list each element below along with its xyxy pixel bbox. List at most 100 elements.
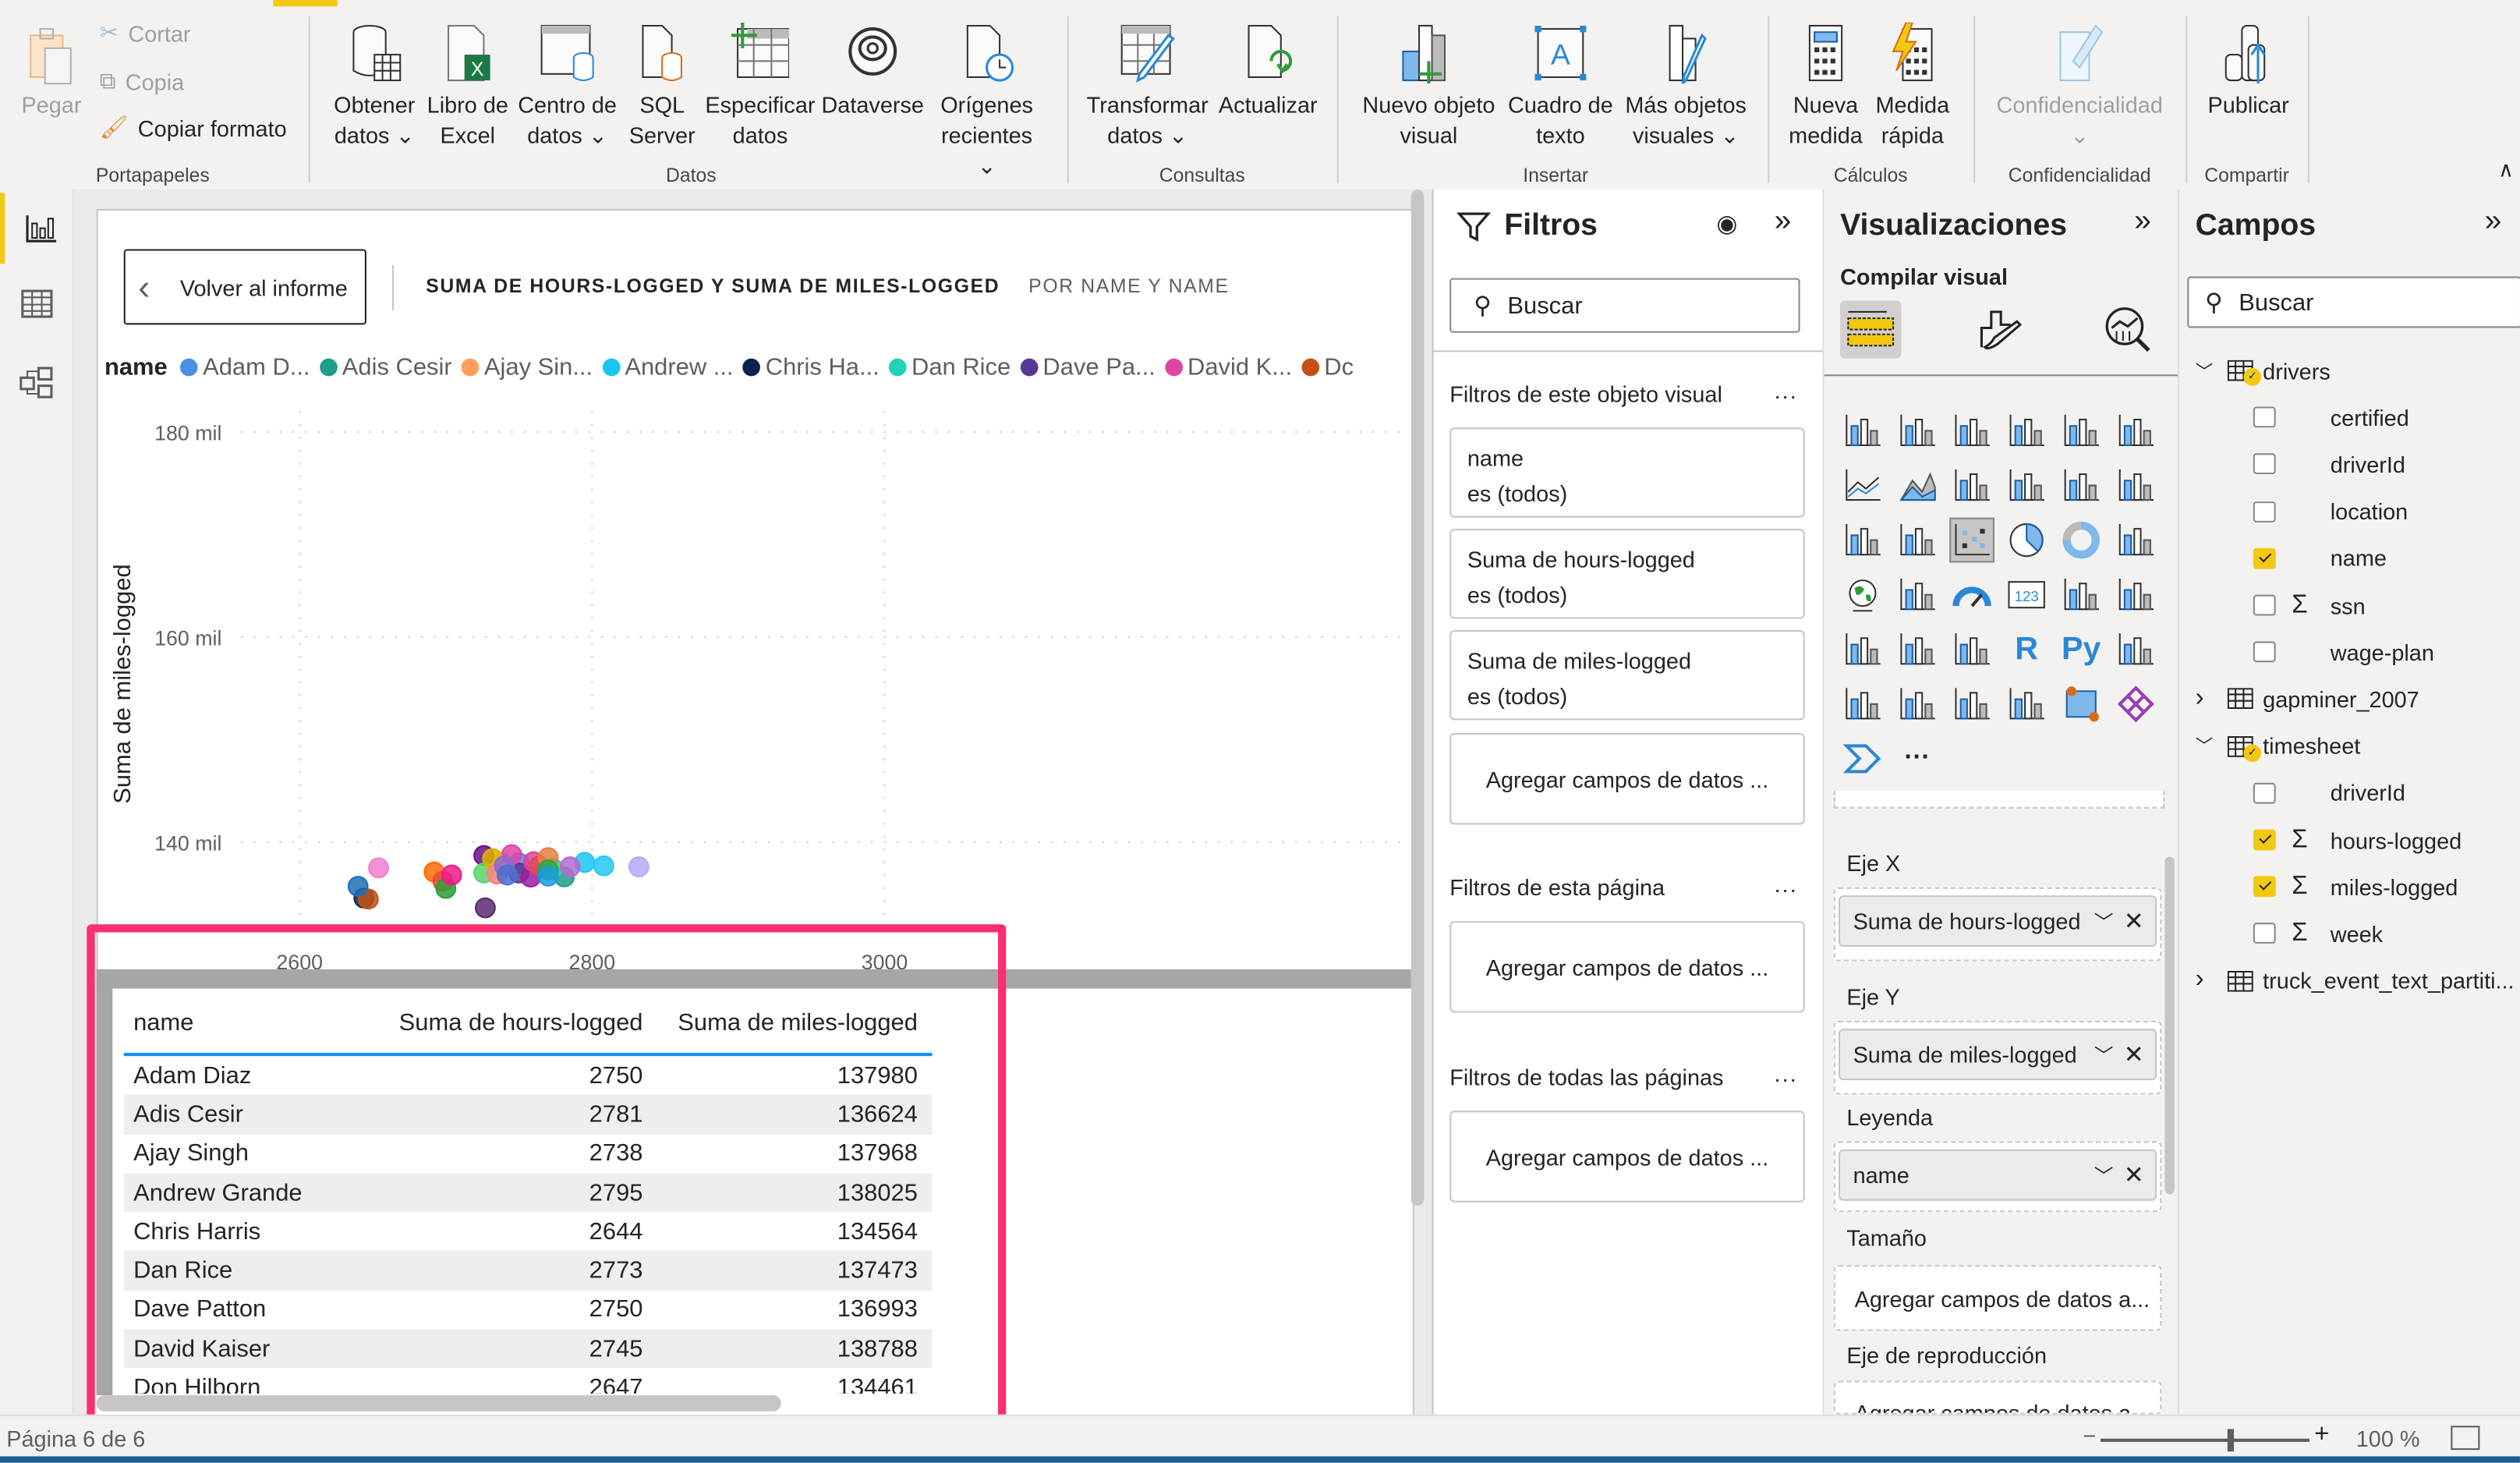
field-table-0[interactable]: ﹀ ✓ drivers	[2179, 347, 2331, 394]
canvas-vertical-scrollbar[interactable]	[1410, 190, 1425, 1206]
get-data-button[interactable]: Obtener datos ⌄	[326, 23, 423, 151]
scatter-point[interactable]	[368, 857, 389, 879]
waterfall-chart-icon[interactable]	[1840, 518, 1885, 563]
azure-map-icon[interactable]	[2058, 682, 2104, 727]
100-stacked-column-chart-icon[interactable]	[2113, 409, 2158, 454]
collapse-ribbon-icon[interactable]: ∧	[2498, 158, 2514, 183]
column-header-miles[interactable]: Suma de miles-logged	[642, 1009, 929, 1036]
quick-measure-button[interactable]: Medida rápida	[1867, 21, 1957, 151]
play-axis-well[interactable]: Agregar campos de datos a	[1833, 1380, 2162, 1415]
fields-search-input[interactable]: ⚲ Buscar	[2187, 276, 2520, 328]
field-item[interactable]: Σhours-logged	[2179, 817, 2462, 863]
enter-data-button[interactable]: Especificar datos	[703, 22, 818, 151]
legend-item[interactable]: Chris Ha...	[742, 352, 880, 380]
remove-field-icon[interactable]: ✕	[2124, 1160, 2144, 1189]
r-script-icon[interactable]: R	[2004, 627, 2049, 672]
line-clustered-column-icon[interactable]	[2004, 463, 2049, 508]
new-measure-button[interactable]: Nueva medida	[1784, 23, 1867, 151]
publish-button[interactable]: Publicar	[2202, 23, 2295, 121]
y-axis-well[interactable]: Suma de miles-logged ﹀ ✕	[1833, 1020, 2162, 1095]
new-visual-button[interactable]: Nuevo objeto visual	[1355, 23, 1503, 151]
scatter-chart-icon[interactable]	[1949, 517, 1994, 563]
card-icon[interactable]: 123	[2004, 572, 2049, 618]
field-checkbox[interactable]	[2253, 829, 2276, 851]
line-chart-icon[interactable]	[1840, 463, 1885, 508]
scatter-point[interactable]	[347, 876, 369, 897]
stacked-bar-chart-icon[interactable]	[1840, 409, 1885, 454]
filled-map-icon[interactable]	[1895, 572, 1940, 618]
scatter-point[interactable]	[593, 855, 614, 877]
sensitivity-button[interactable]: Confidencialidad ⌄	[1990, 23, 2170, 151]
excel-button[interactable]: X Libro de Excel	[423, 23, 512, 151]
smart-narrative-icon[interactable]	[1949, 682, 1994, 727]
table-row[interactable]: Don Hilborn 2647 134461	[124, 1369, 933, 1394]
field-checkbox[interactable]	[2253, 454, 2276, 475]
collapse-visualizations-icon[interactable]: »	[2134, 204, 2151, 239]
fit-to-page-icon[interactable]	[2451, 1426, 2480, 1451]
paste-button[interactable]: Pegar	[16, 23, 87, 121]
chevron-right-icon[interactable]: ›	[2196, 685, 2224, 714]
gauge-icon[interactable]	[1949, 572, 1994, 618]
scatter-point[interactable]	[475, 897, 496, 919]
report-view-button[interactable]	[0, 193, 77, 264]
field-checkbox[interactable]	[2253, 782, 2276, 804]
field-checkbox[interactable]	[2253, 547, 2276, 569]
field-item[interactable]: Σssn	[2179, 582, 2366, 629]
refresh-button[interactable]: Actualizar	[1215, 23, 1321, 121]
field-checkbox[interactable]	[2253, 594, 2276, 616]
remove-field-icon[interactable]: ✕	[2124, 1040, 2144, 1069]
recent-sources-button[interactable]: Orígenes recientes ⌄	[929, 23, 1044, 182]
table-horizontal-scrollbar[interactable]	[96, 1395, 781, 1412]
build-visual-tab[interactable]	[1840, 300, 1902, 359]
table-visual-icon[interactable]	[1895, 627, 1940, 672]
field-item[interactable]: driverId	[2179, 441, 2405, 488]
field-item[interactable]: Σweek	[2179, 910, 2383, 957]
add-visual-filter-dropzone[interactable]: Agregar campos de datos ...	[1449, 732, 1805, 825]
table-row[interactable]: Adis Cesir 2781 136624	[123, 1095, 933, 1135]
eye-icon[interactable]: ◉	[1716, 209, 1737, 238]
filter-card-hours[interactable]: Suma de hours-logged es (todos)	[1449, 529, 1805, 619]
scatter-point[interactable]	[497, 864, 518, 886]
datahub-button[interactable]: Centro de datos ⌄	[515, 23, 621, 151]
treemap-icon[interactable]	[2113, 518, 2158, 563]
table-row[interactable]: Ajay Singh 2738 137968	[124, 1134, 933, 1173]
line-stacked-column-icon[interactable]	[2058, 463, 2104, 508]
dataverse-button[interactable]: Dataverse	[818, 23, 927, 121]
matrix-icon[interactable]	[1949, 627, 1994, 672]
table-row[interactable]: Andrew Grande 2795 138025	[123, 1173, 933, 1213]
data-view-button[interactable]	[0, 268, 73, 339]
visual-filters-more-button[interactable]: ...	[1775, 377, 1798, 403]
scatter-point[interactable]	[537, 865, 559, 887]
field-item[interactable]: name	[2179, 535, 2387, 582]
stacked-column-chart-icon[interactable]	[1895, 409, 1940, 454]
100-stacked-bar-chart-icon[interactable]	[2058, 409, 2104, 454]
legend-well[interactable]: name ﹀ ✕	[1833, 1141, 2162, 1213]
format-painter-button[interactable]: 🖌 Copiar formato	[100, 114, 287, 141]
kpi-icon[interactable]	[2113, 572, 2158, 618]
legend-item[interactable]: Adam D...	[180, 352, 310, 380]
legend-item[interactable]: Dc	[1301, 352, 1354, 380]
remove-field-icon[interactable]: ✕	[2124, 907, 2144, 936]
sql-server-button[interactable]: SQL Server	[624, 23, 701, 151]
legend-item[interactable]: David K...	[1165, 352, 1292, 380]
field-table-1[interactable]: › gapminer_2007	[2179, 676, 2419, 723]
add-page-filter-dropzone[interactable]: Agregar campos de datos ...	[1449, 921, 1805, 1013]
chevron-right-icon[interactable]: ›	[2196, 966, 2224, 995]
x-axis-well[interactable]: Suma de hours-logged ﹀ ✕	[1833, 887, 2162, 962]
analytics-tab[interactable]	[2104, 306, 2152, 362]
chevron-down-icon[interactable]: ﹀	[2196, 358, 2224, 384]
field-item[interactable]: Σmiles-logged	[2179, 863, 2458, 910]
scatter-point[interactable]	[628, 856, 649, 877]
legend-item[interactable]: Andrew ...	[602, 352, 734, 380]
field-checkbox[interactable]	[2253, 876, 2276, 898]
field-table-2[interactable]: ﹀ ✓ timesheet	[2179, 723, 2360, 770]
field-table-3[interactable]: › truck_event_text_partiti...	[2179, 958, 2515, 1004]
legend-field-pill[interactable]: name ﹀ ✕	[1839, 1149, 2157, 1201]
size-well[interactable]: Agregar campos de datos a...	[1833, 1265, 2162, 1331]
zoom-in-button[interactable]: +	[2314, 1421, 2329, 1450]
funnel-chart-icon[interactable]	[1895, 518, 1940, 563]
clustered-bar-chart-icon[interactable]	[1949, 409, 1994, 454]
zoom-out-button[interactable]: −	[2083, 1422, 2096, 1448]
field-checkbox[interactable]	[2253, 501, 2276, 522]
power-apps-icon[interactable]	[2113, 682, 2158, 727]
